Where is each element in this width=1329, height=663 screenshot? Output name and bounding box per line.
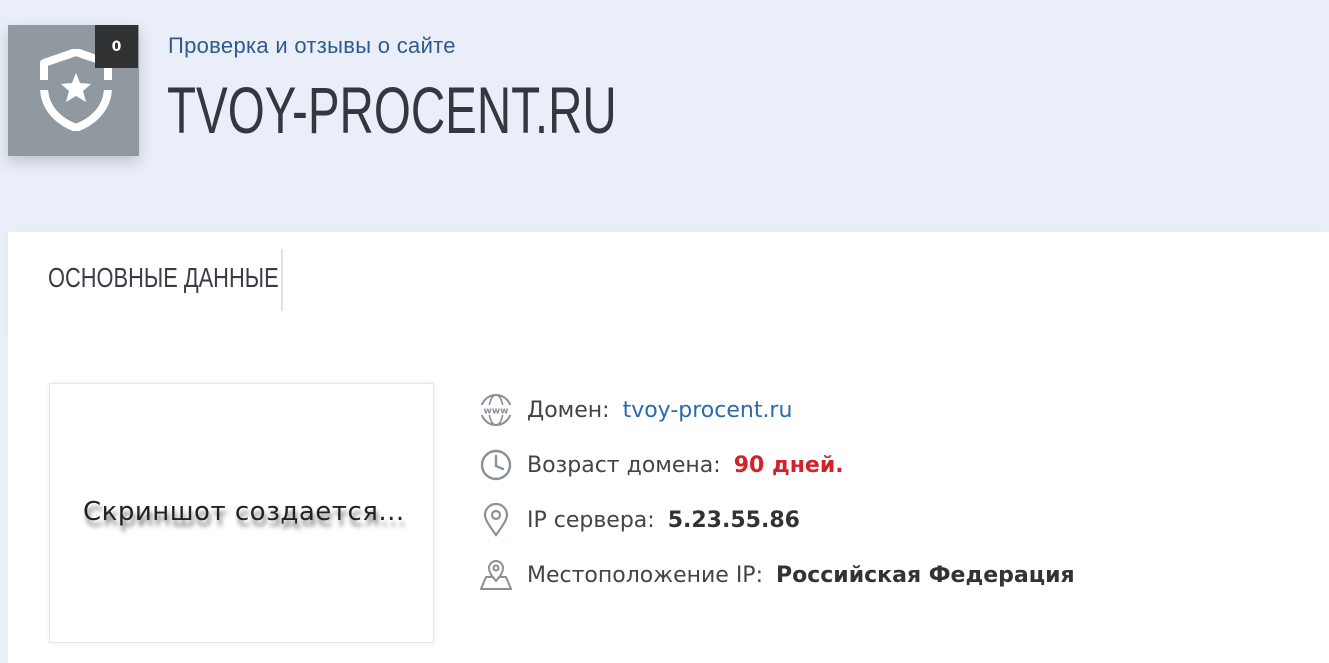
map-icon [478, 557, 514, 593]
ip-label: IP сервера: [527, 507, 655, 533]
main-content: Скриншот создается... www Домен: tvoy-pr… [8, 327, 1329, 663]
domain-row: www Домен: tvoy-procent.ru [478, 390, 792, 430]
location-label: Местоположение IP: [527, 562, 763, 588]
location-row: Местоположение IP: Российская Федерация [478, 555, 1075, 595]
domain-link[interactable]: tvoy-procent.ru [623, 398, 793, 423]
screenshot-placeholder: Скриншот создается... [83, 497, 405, 527]
www-globe-icon: www [478, 392, 514, 428]
ip-row: IP сервера: 5.23.55.86 [478, 500, 800, 540]
tab-bar: ОСНОВНЫЕ ДАННЫЕ [8, 232, 1329, 327]
page-subtitle: Проверка и отзывы о сайте [168, 33, 456, 58]
page-title: TVOY-PROCENT.RU [167, 73, 617, 147]
location-value: Российская Федерация [775, 562, 1075, 588]
svg-text:www: www [484, 407, 509, 417]
ip-value: 5.23.55.86 [667, 507, 800, 533]
clock-icon [478, 447, 514, 483]
domain-label: Домен: [527, 397, 610, 423]
location-pin-icon [478, 502, 514, 538]
age-label: Возраст домена: [527, 452, 721, 478]
review-count-badge: 0 [95, 25, 138, 68]
tab-divider [281, 249, 283, 311]
tab-main-data[interactable]: ОСНОВНЫЕ ДАННЫЕ [48, 262, 279, 294]
age-row: Возраст домена: 90 дней. [478, 445, 844, 485]
site-screenshot: Скриншот создается... [49, 383, 434, 643]
age-value: 90 дней. [733, 452, 844, 478]
